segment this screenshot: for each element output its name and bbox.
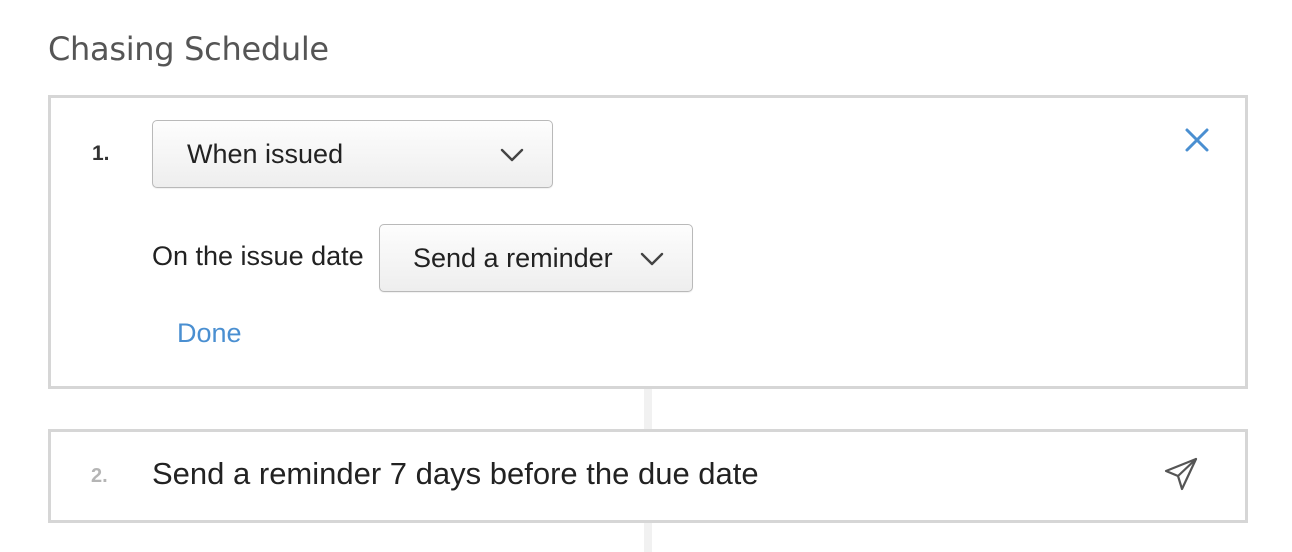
schedule-step-1-editor: 1. When issued On the issue date Send a …: [48, 95, 1248, 389]
schedule-step-2[interactable]: 2. Send a reminder 7 days before the due…: [48, 429, 1248, 523]
action-select[interactable]: Send a reminder: [379, 224, 693, 292]
section-title: Chasing Schedule: [48, 30, 329, 68]
step-connector: [644, 522, 652, 552]
close-icon[interactable]: [1184, 127, 1210, 153]
chasing-schedule-page: Chasing Schedule 1. When issued On the i…: [0, 0, 1292, 552]
timing-label: On the issue date: [152, 241, 364, 271]
step-number: 2.: [91, 465, 108, 487]
step-summary: Send a reminder 7 days before the due da…: [152, 456, 759, 491]
chevron-down-icon: [500, 148, 524, 162]
done-button[interactable]: Done: [177, 318, 242, 349]
action-select-value: Send a reminder: [413, 242, 613, 273]
chevron-down-icon: [640, 252, 664, 266]
paper-plane-icon[interactable]: [1163, 456, 1199, 492]
step-number: 1.: [92, 142, 110, 165]
step-connector: [644, 388, 652, 430]
trigger-select[interactable]: When issued: [152, 120, 553, 188]
trigger-select-value: When issued: [187, 138, 344, 169]
